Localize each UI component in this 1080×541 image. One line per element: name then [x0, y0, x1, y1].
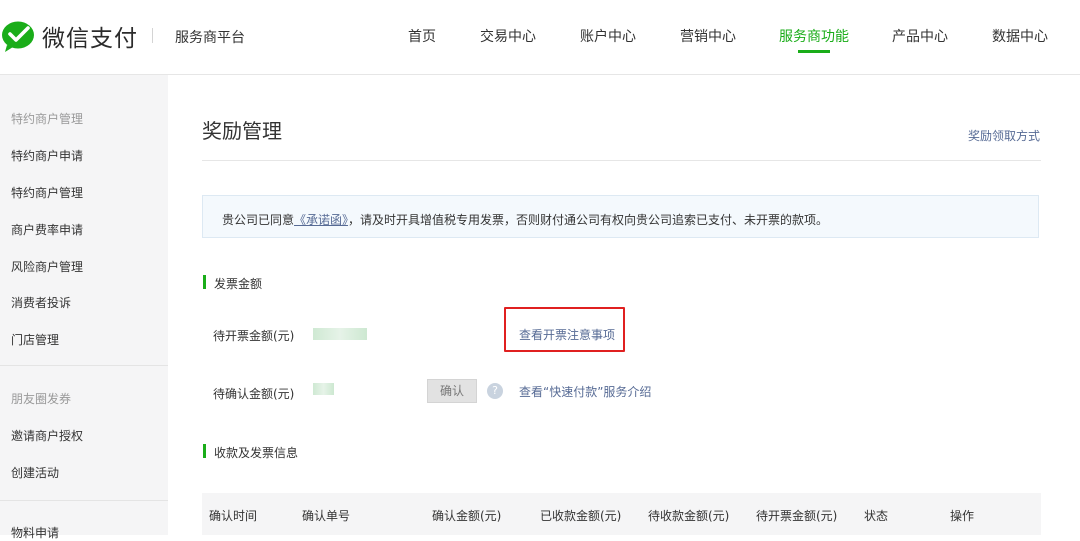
notice-text: 贵公司已同意《承诺函》，请及时开具增值税专用发票，否则财付通公司有权向贵公司追索…: [222, 211, 828, 228]
nav-product-center[interactable]: 产品中心: [892, 26, 948, 46]
column-header-confirm-amount: 确认金额(元): [432, 509, 502, 523]
notice-banner: 贵公司已同意《承诺函》，请及时开具增值税专用发票，否则财付通公司有权向贵公司追索…: [202, 195, 1039, 238]
pending-confirm-amount-label: 待确认金额(元): [213, 387, 295, 401]
brand-separator: [152, 28, 153, 43]
column-header-received-amount: 已收款金额(元): [540, 509, 622, 523]
sidebar-divider: [0, 365, 168, 366]
notice-suffix: ，请及时开具增值税专用发票，否则财付通公司有权向贵公司追索已支付、未开票的款项。: [348, 213, 829, 227]
nav-service-provider-functions[interactable]: 服务商功能: [779, 26, 849, 46]
column-header-actions: 操作: [950, 509, 975, 523]
column-header-pending-invoice-amount: 待开票金额(元): [756, 509, 838, 523]
platform-name: 服务商平台: [175, 30, 245, 46]
sidebar-item-invite-authorization[interactable]: 邀请商户授权: [11, 427, 83, 444]
sidebar-item-risk-merchant[interactable]: 风险商户管理: [11, 258, 83, 275]
fast-payment-service-link[interactable]: 查看“快速付款”服务介绍: [519, 383, 651, 400]
nav-account-center[interactable]: 账户中心: [580, 26, 636, 46]
sidebar-group-merchant-management: 特约商户管理: [11, 112, 84, 126]
nav-data-center[interactable]: 数据中心: [992, 26, 1048, 46]
sidebar-item-create-activity[interactable]: 创建活动: [11, 464, 59, 481]
column-header-confirm-number: 确认单号: [302, 509, 351, 523]
red-highlight-box: [504, 307, 625, 352]
pending-confirm-amount-value-masked: [313, 383, 334, 395]
section-title-invoice-amount: 发票金额: [214, 277, 263, 291]
sidebar: 特约商户管理 特约商户申请 特约商户管理 商户费率申请 风险商户管理 消费者投诉…: [0, 75, 168, 540]
nav-home[interactable]: 首页: [408, 26, 436, 46]
pending-invoice-amount-label: 待开票金额(元): [213, 329, 295, 343]
title-divider: [202, 160, 1041, 161]
reward-claim-method-link[interactable]: 奖励领取方式: [968, 127, 1040, 144]
table-header: 确认时间 确认单号 确认金额(元) 已收款金额(元) 待收款金额(元) 待开票金…: [202, 493, 1041, 535]
pending-invoice-amount-value-masked: [313, 328, 367, 340]
page-title: 奖励管理: [202, 119, 282, 143]
question-icon[interactable]: ?: [487, 383, 503, 399]
sidebar-item-rate-apply[interactable]: 商户费率申请: [11, 221, 83, 238]
column-header-pending-receipt-amount: 待收款金额(元): [648, 509, 730, 523]
sidebar-group-moments-coupon: 朋友圈发券: [11, 392, 72, 406]
sidebar-item-store-manage[interactable]: 门店管理: [11, 331, 59, 348]
brand-name: 微信支付: [42, 26, 138, 52]
sidebar-item-material-apply[interactable]: 物料申请: [11, 524, 59, 541]
sidebar-item-consumer-complaint[interactable]: 消费者投诉: [11, 294, 71, 311]
confirm-button[interactable]: 确认: [427, 379, 477, 403]
section-marker: [203, 275, 206, 289]
notice-prefix: 贵公司已同意: [222, 213, 295, 227]
nav-marketing-center[interactable]: 营销中心: [680, 26, 736, 46]
section-marker: [203, 444, 206, 458]
commitment-letter-link[interactable]: 《承诺函》: [294, 213, 348, 227]
top-navigation-bar: 微信支付 服务商平台 首页 交易中心 账户中心 营销中心 服务商功能 产品中心 …: [0, 0, 1080, 75]
nav-trade-center[interactable]: 交易中心: [480, 26, 536, 46]
section-title-payment-invoice-info: 收款及发票信息: [214, 446, 299, 460]
column-header-confirm-time: 确认时间: [209, 509, 258, 523]
wechat-pay-logo-icon[interactable]: [0, 15, 40, 55]
sidebar-divider: [0, 500, 168, 501]
sidebar-item-merchant-manage[interactable]: 特约商户管理: [11, 184, 83, 201]
active-nav-indicator: [798, 50, 830, 53]
column-header-status: 状态: [864, 509, 889, 523]
sidebar-item-merchant-apply[interactable]: 特约商户申请: [11, 147, 83, 164]
